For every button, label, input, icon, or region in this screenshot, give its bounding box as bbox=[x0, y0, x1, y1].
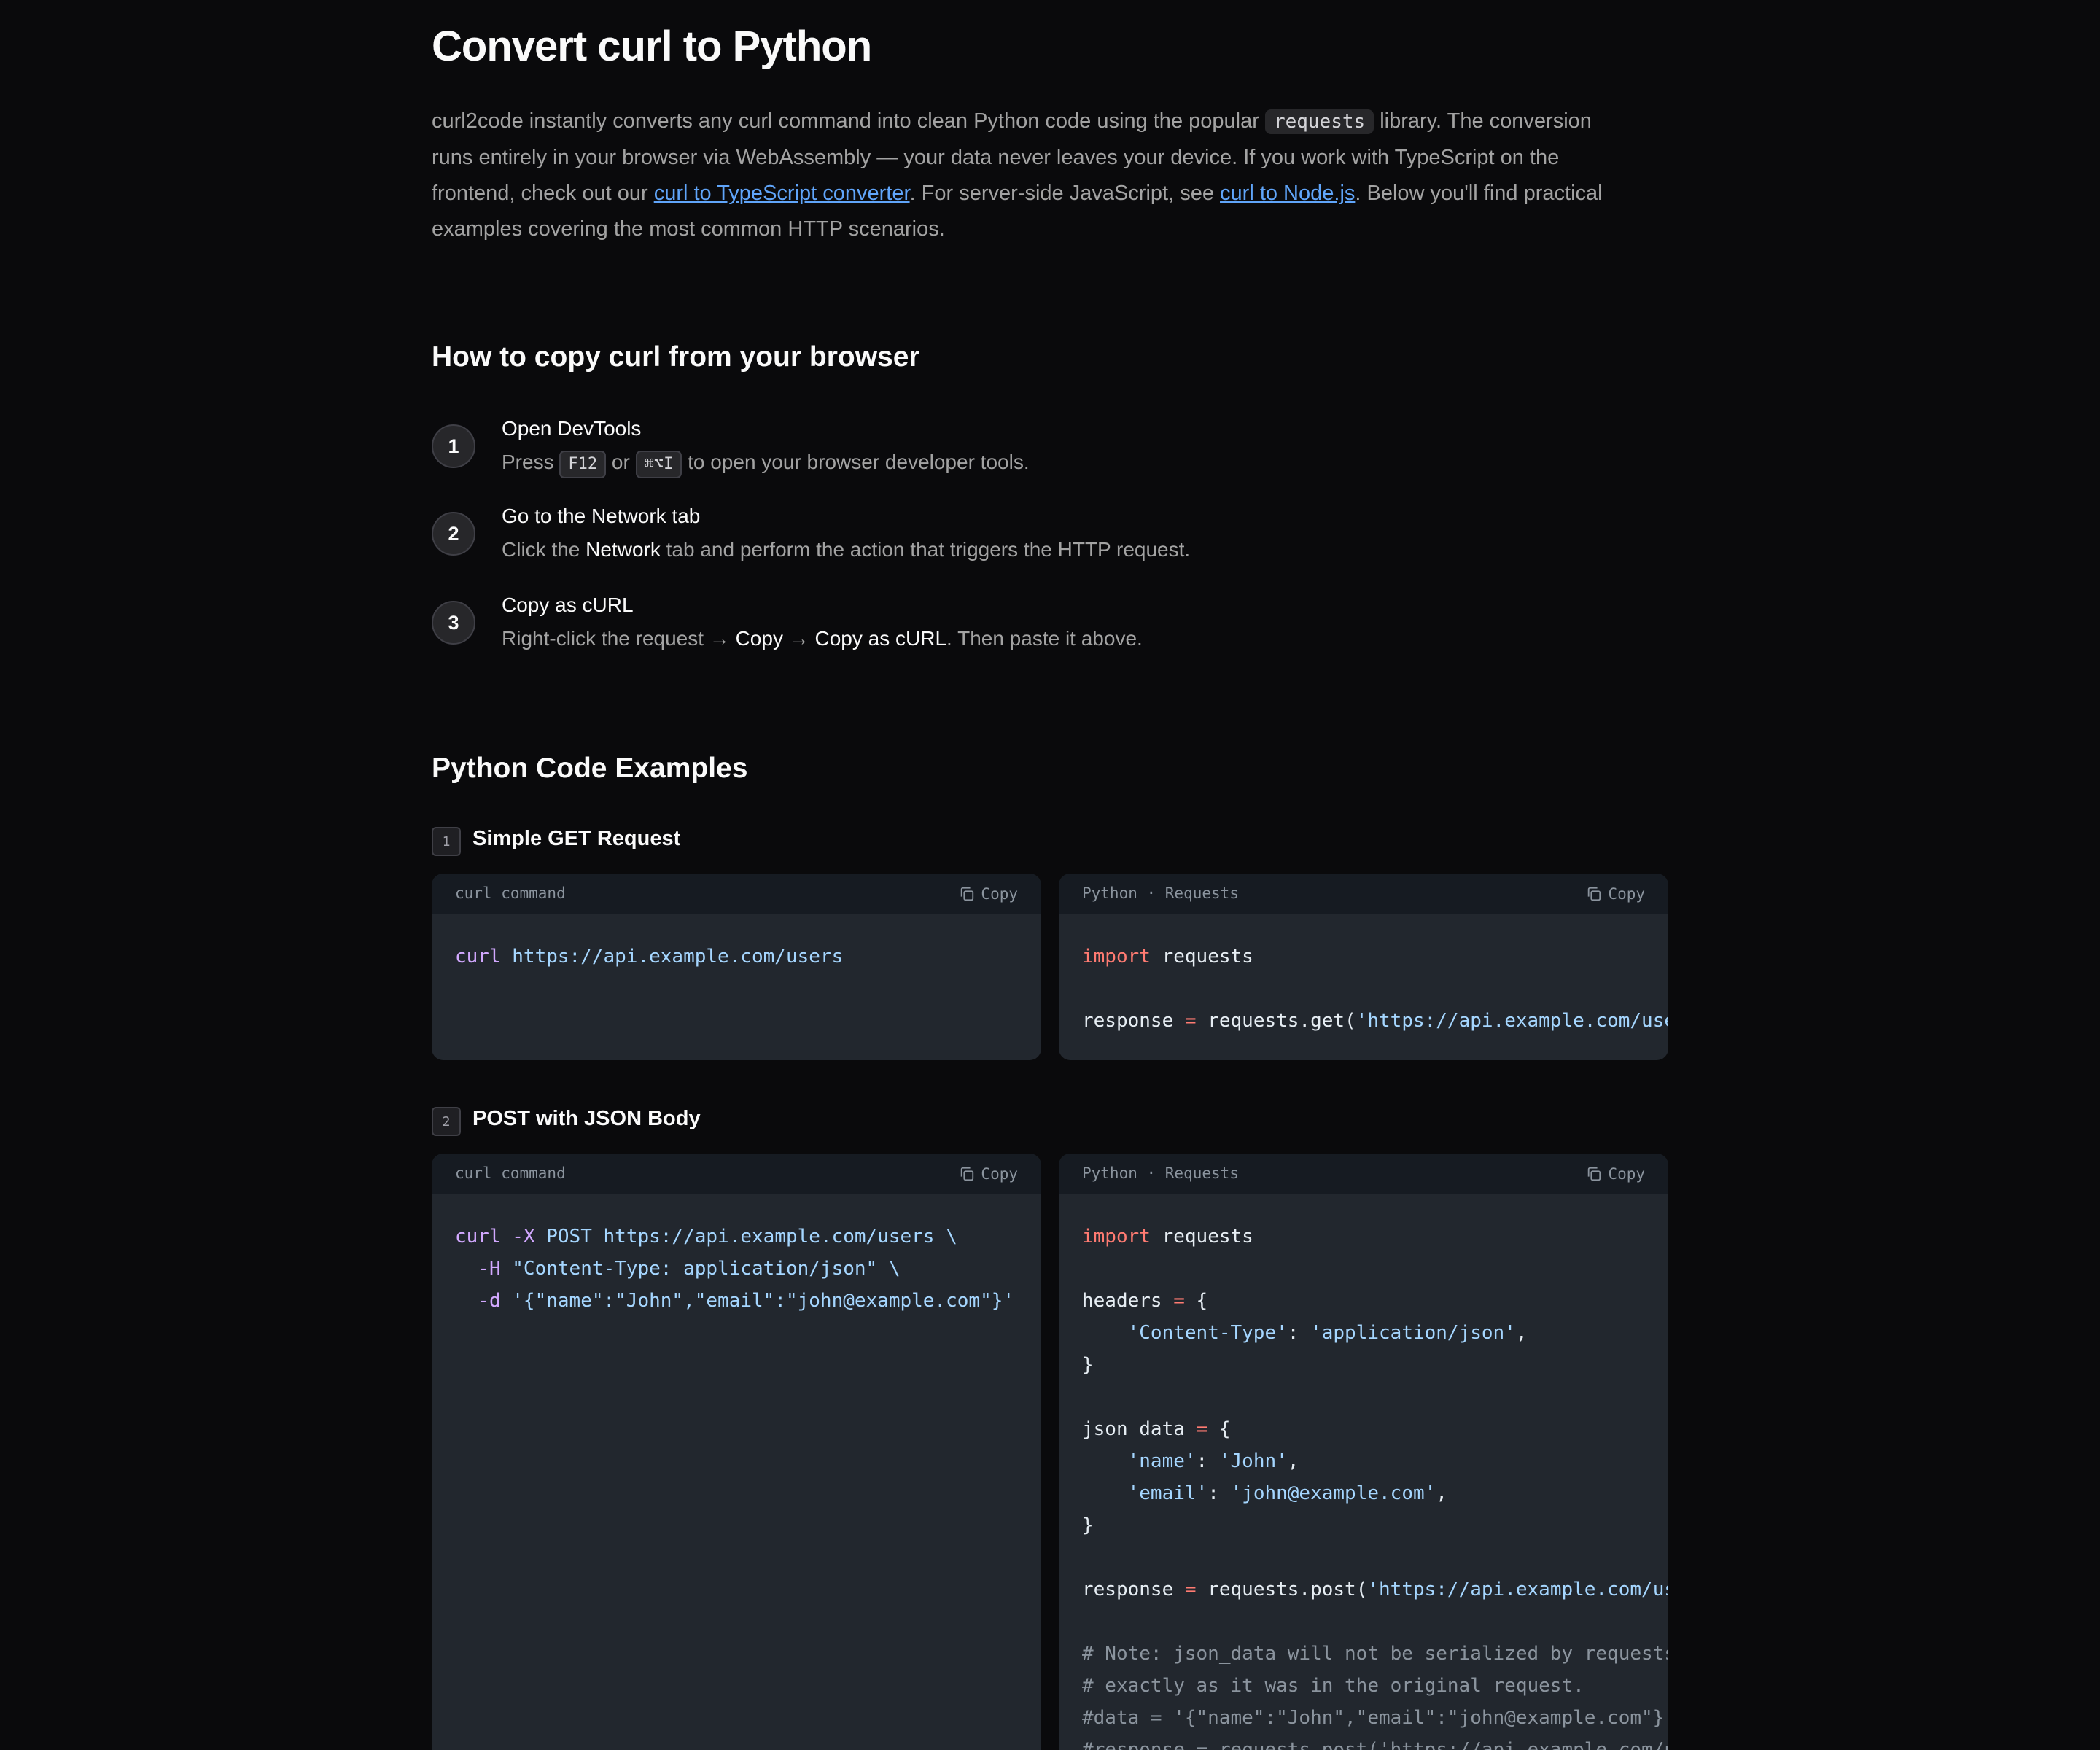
kbd-f12: F12 bbox=[559, 451, 607, 478]
copy-icon bbox=[1588, 1167, 1601, 1181]
curl-code-panel: curl command Copy curl -X POST https://a… bbox=[432, 1154, 1041, 1750]
step-title: Go to the Network tab bbox=[502, 505, 701, 527]
python-code-block: import requests response = requests.get(… bbox=[1082, 946, 1668, 1032]
link-curl-to-typescript[interactable]: curl to TypeScript converter bbox=[654, 182, 910, 205]
example-number-badge: 2 bbox=[432, 1107, 461, 1136]
example-title: POST with JSON Body bbox=[472, 1107, 701, 1130]
python-code-panel: Python · Requests Copy import requests h… bbox=[1059, 1154, 1668, 1750]
panel-header: Python · Requests Copy bbox=[1059, 1154, 1668, 1194]
step-copy-as-curl: 3 Copy as cURL Right-click the request →… bbox=[432, 594, 1598, 659]
kbd-cmd-opt-i: ⌘⌥I bbox=[635, 451, 682, 478]
curl-code-panel: curl command Copy curl https://api.examp… bbox=[432, 874, 1041, 1060]
example-title: Simple GET Request bbox=[472, 827, 681, 850]
copy-button[interactable]: Copy bbox=[1586, 1163, 1645, 1185]
copy-icon bbox=[961, 1167, 974, 1181]
step-open-devtools: 1 Open DevTools Press F12 or ⌘⌥I to open… bbox=[432, 417, 1598, 483]
howto-heading: How to copy curl from your browser bbox=[432, 341, 920, 373]
intro-paragraph: curl2code instantly converts any curl co… bbox=[432, 109, 1603, 241]
python-code-panel: Python · Requests Copy import requests r… bbox=[1059, 874, 1668, 1060]
copy-icon bbox=[1588, 887, 1601, 901]
examples-heading: Python Code Examples bbox=[432, 752, 748, 784]
step-description: Press F12 or ⌘⌥I to open your browser de… bbox=[502, 451, 1030, 478]
inline-code-requests: requests bbox=[1264, 109, 1374, 134]
page-title: Convert curl to Python bbox=[432, 23, 872, 70]
panel-label: curl command bbox=[455, 884, 566, 902]
copy-icon bbox=[961, 887, 974, 901]
step-number: 2 bbox=[432, 512, 475, 556]
panel-label: Python · Requests bbox=[1082, 1164, 1239, 1182]
copy-button[interactable]: Copy bbox=[959, 883, 1018, 905]
python-code-block: import requests headers = { 'Content-Typ… bbox=[1082, 1226, 1668, 1750]
panel-header: curl command Copy bbox=[432, 874, 1041, 914]
copy-button[interactable]: Copy bbox=[1586, 883, 1645, 905]
step-number: 3 bbox=[432, 601, 475, 645]
step-network-tab: 2 Go to the Network tab Click the Networ… bbox=[432, 505, 1598, 570]
step-description: Click the Network tab and perform the ac… bbox=[502, 538, 1191, 561]
panel-header: curl command Copy bbox=[432, 1154, 1041, 1194]
curl-code-block: curl -X POST https://api.example.com/use… bbox=[455, 1226, 1015, 1312]
step-description: Right-click the request → Copy → Copy as… bbox=[502, 627, 1143, 650]
copy-button[interactable]: Copy bbox=[959, 1163, 1018, 1185]
curl-code-block: curl https://api.example.com/users bbox=[455, 946, 844, 968]
step-number: 1 bbox=[432, 424, 475, 468]
panel-label: Python · Requests bbox=[1082, 884, 1239, 902]
panel-header: Python · Requests Copy bbox=[1059, 874, 1668, 914]
panel-label: curl command bbox=[455, 1164, 566, 1182]
link-curl-to-nodejs[interactable]: curl to Node.js bbox=[1220, 182, 1355, 205]
example-number-badge: 1 bbox=[432, 827, 461, 856]
step-title: Open DevTools bbox=[502, 417, 642, 440]
page: Convert curl to Python curl2code instant… bbox=[0, 0, 2100, 1750]
step-title: Copy as cURL bbox=[502, 594, 634, 616]
